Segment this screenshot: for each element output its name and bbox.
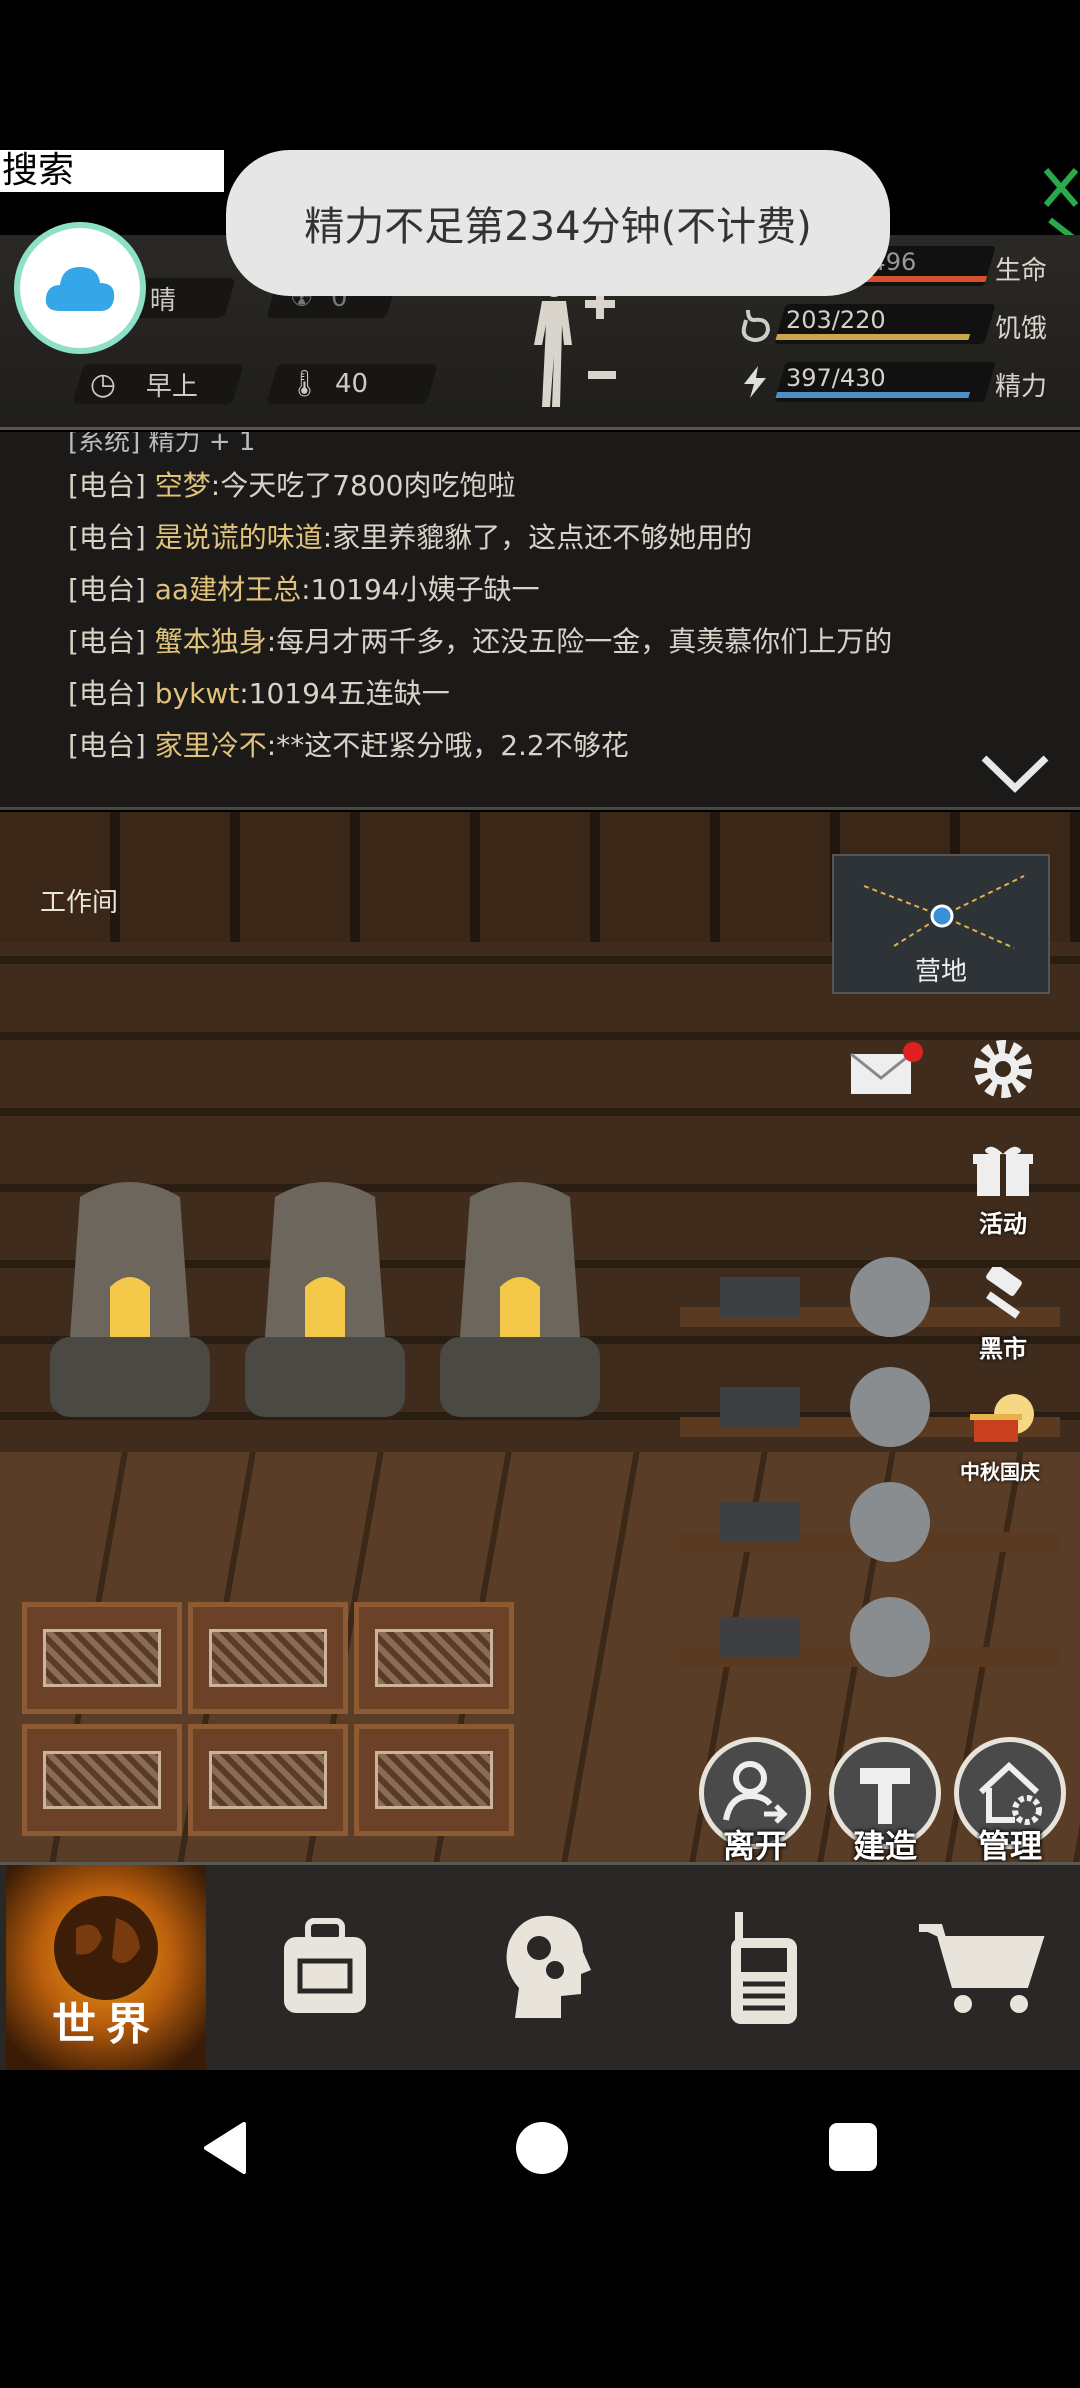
system-nav-bar	[0, 2070, 1080, 2230]
game-scene[interactable]: 工作间 营地 活动 黑市 中秋国庆 离开 建造 管理	[0, 812, 1080, 1862]
kiln[interactable]	[440, 1167, 600, 1427]
hunger-bar-row: 203/220 饥饿	[720, 304, 1065, 348]
festival-label: 中秋国庆	[960, 1460, 1040, 1484]
kiln[interactable]	[245, 1167, 405, 1427]
kiln[interactable]	[50, 1167, 210, 1427]
hammer-build-icon	[860, 1768, 910, 1824]
black-market-button[interactable]: 黑市	[958, 1264, 1048, 1364]
weather-text: 晴	[150, 285, 177, 316]
leave-button[interactable]: 离开	[690, 1737, 820, 1862]
back-icon[interactable]	[200, 2120, 248, 2176]
hunger-label: 饥饿	[995, 314, 1048, 344]
build-label: 建造	[852, 1827, 917, 1862]
build-button[interactable]: 建造	[820, 1737, 950, 1862]
minimap[interactable]: 营地	[832, 854, 1050, 994]
lantern-icon	[970, 1394, 1034, 1442]
chat-line: [电台] aa建材王总:10194小姨子缺一	[68, 573, 540, 606]
chat-line: [电台] bykwt:10194五连缺一	[68, 677, 450, 710]
chat-line: [电台] 家里冷不:**这不赶紧分哦，2.2不够花	[68, 729, 629, 762]
time-text: 早上	[146, 371, 199, 402]
energy-label: 精力	[995, 372, 1048, 402]
black-market-label: 黑市	[979, 1335, 1027, 1363]
stomach-icon	[741, 309, 771, 342]
house-gear-icon	[978, 1761, 1042, 1825]
mail-button[interactable]	[838, 1040, 928, 1106]
temperature-value: 40	[335, 369, 369, 399]
storage-crate[interactable]	[188, 1602, 348, 1714]
toast-message: 精力不足第234分钟(不计费)	[226, 150, 890, 296]
nav-radio[interactable]	[690, 1865, 840, 2070]
room-name: 工作间	[40, 888, 119, 918]
chat-line: [电台] 蟹本独身:每月才两千多，还没五险一金，真羡慕你们上万的	[68, 625, 893, 658]
time-chip: ◷ 早上	[72, 364, 244, 404]
mail-icon	[850, 1042, 923, 1094]
hunger-bar-fill	[775, 334, 971, 340]
chat-line-partial: [系统] 精力 + 1	[68, 432, 256, 457]
saw-bench[interactable]	[660, 1482, 1060, 1572]
chevron-down-icon[interactable]	[980, 752, 1050, 796]
storage-crate[interactable]	[22, 1724, 182, 1836]
thermometer-icon: 🌡	[288, 369, 322, 399]
storage-crate[interactable]	[188, 1724, 348, 1836]
manage-label: 管理	[977, 1827, 1042, 1862]
temperature-chip: 🌡 40	[266, 364, 438, 404]
nav-backpack[interactable]	[250, 1865, 400, 2070]
storage-crate[interactable]	[354, 1602, 514, 1714]
chat-line: [电台] 是说谎的味道:家里养貔貅了，这点还不够她用的	[68, 521, 753, 554]
home-icon[interactable]	[514, 2120, 570, 2176]
minimap-label: 营地	[914, 957, 967, 987]
energy-bar-fill	[775, 392, 971, 398]
nav-world[interactable]: 世界	[6, 1865, 206, 2070]
saw-bench[interactable]	[660, 1597, 1060, 1687]
storage-crate[interactable]	[22, 1602, 182, 1714]
cloud-icon	[45, 267, 115, 311]
nav-world-label: 世界	[52, 1999, 160, 2050]
person-exit-icon	[723, 1761, 788, 1824]
chat-log[interactable]: [系统] 精力 + 1 [电台] 空梦:今天吃了7800肉吃饱啦 [电台] 是说…	[0, 432, 1080, 810]
activity-button[interactable]: 活动	[958, 1142, 1048, 1239]
map-route-icon	[863, 875, 1025, 949]
search-label[interactable]: 搜索	[0, 150, 224, 192]
energy-bar-row: 397/430 精力	[720, 362, 1065, 406]
energy-value: 397/430	[786, 364, 886, 392]
chat-line: [电台] 空梦:今天吃了7800肉吃饱啦	[68, 469, 516, 502]
leave-label: 离开	[722, 1827, 787, 1862]
walkie-talkie-icon	[731, 1911, 797, 2024]
recents-icon[interactable]	[828, 2122, 878, 2172]
bottom-nav: 世界	[0, 1862, 1080, 2070]
gear-icon	[974, 1040, 1032, 1098]
hunger-value: 203/220	[786, 306, 886, 334]
head-gears-icon	[506, 1915, 591, 2018]
health-label: 生命	[995, 256, 1048, 286]
manage-button[interactable]: 管理	[945, 1737, 1075, 1862]
clock-icon: ◷	[90, 366, 117, 402]
hammer-icon	[985, 1264, 1022, 1319]
gift-icon	[973, 1146, 1033, 1196]
nav-shop[interactable]	[900, 1865, 1060, 2070]
storage-crate[interactable]	[354, 1724, 514, 1836]
settings-button[interactable]	[958, 1034, 1048, 1110]
backpack-icon	[284, 1917, 366, 2013]
activity-label: 活动	[979, 1210, 1027, 1238]
cart-icon	[919, 1923, 1045, 2013]
lightning-icon	[744, 366, 766, 398]
toast-text: 精力不足第234分钟(不计费)	[304, 204, 812, 250]
nav-skills[interactable]	[470, 1865, 620, 2070]
festival-button[interactable]: 中秋国庆	[955, 1390, 1045, 1485]
weather-button[interactable]	[14, 222, 146, 354]
